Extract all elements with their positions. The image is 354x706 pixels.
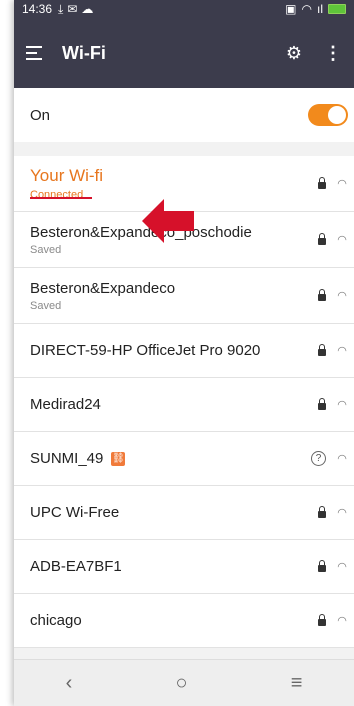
wifi-signal-icon: ◠ [337, 345, 347, 357]
network-name: DIRECT-59-HP OfficeJet Pro 9020 [30, 342, 261, 359]
wifi-toggle-switch[interactable] [308, 104, 348, 126]
lock-icon [318, 614, 326, 626]
annotation-underline [30, 197, 92, 199]
annotation-arrow [142, 199, 194, 243]
network-item[interactable]: Medirad24 ◠ [14, 378, 354, 432]
network-item[interactable]: Besteron&Expandeco Saved ◠ [14, 268, 354, 324]
status-bar: 14:36 ⤓ ✉ ☁ ▣ ◠ ıl [14, 0, 354, 18]
mail-icon: ✉ [67, 2, 78, 16]
phone-screen: 14:36 ⤓ ✉ ☁ ▣ ◠ ıl Wi-Fi ⚙ ⋮ On Your Wi-… [14, 0, 354, 706]
section-gap [14, 142, 354, 156]
page-title: Wi-Fi [62, 42, 106, 63]
network-name: SUNMI_49 [30, 450, 104, 467]
recents-button[interactable]: ≡ [291, 672, 303, 695]
download-icon: ⤓ [58, 1, 64, 16]
cloud-icon: ☁ [81, 2, 94, 16]
network-name: Medirad24 [30, 396, 101, 413]
link-icon: ⛓ [111, 452, 126, 467]
network-name: Besteron&Expandeco_poschodie [30, 223, 252, 241]
menu-icon[interactable] [26, 46, 42, 60]
network-status: Connected [30, 189, 84, 201]
network-item[interactable]: SUNMI_49 ⛓ ? ◠ [14, 432, 354, 486]
wifi-signal-icon: ◠ [337, 453, 347, 465]
network-item[interactable]: ADB-EA7BF1 ◠ [14, 540, 354, 594]
lock-icon [318, 398, 326, 410]
lock-icon [318, 289, 326, 301]
network-status: Saved [30, 243, 62, 256]
status-time: 14:36 [22, 2, 53, 16]
wifi-toggle-label: On [30, 106, 51, 124]
network-name: ADB-EA7BF1 [30, 558, 122, 575]
status-right-icons: ▣ ◠ ıl [285, 2, 346, 16]
lock-icon [318, 344, 326, 356]
lock-icon [318, 233, 326, 245]
wifi-signal-icon: ◠ [337, 234, 347, 246]
wifi-signal-icon: ◠ [337, 399, 347, 411]
help-icon: ? [311, 451, 326, 466]
network-name: chicago [30, 612, 82, 629]
network-name: Besteron&Expandeco [30, 279, 176, 297]
network-item[interactable]: UPC Wi-Free ◠ [14, 486, 354, 540]
signal-icon: ıl [317, 2, 323, 16]
battery-icon [328, 4, 346, 14]
gear-icon[interactable]: ⚙ [286, 43, 302, 64]
network-item[interactable]: DIRECT-59-HP OfficeJet Pro 9020 ◠ [14, 324, 354, 378]
network-name: Your Wi-fi [30, 166, 104, 185]
back-button[interactable]: ‹ [66, 672, 73, 695]
network-status: Saved [30, 299, 62, 312]
network-item[interactable]: chicago ◠ [14, 594, 354, 648]
wifi-signal-icon: ◠ [337, 561, 347, 573]
wifi-signal-icon: ◠ [337, 290, 347, 302]
lock-icon [318, 177, 326, 189]
wifi-signal-icon: ◠ [337, 615, 347, 627]
wifi-signal-icon: ◠ [337, 178, 347, 190]
lock-icon [318, 560, 326, 572]
cast-icon: ▣ [285, 2, 297, 16]
wifi-signal-icon: ◠ [337, 507, 347, 519]
notification-icons: ⤓ ✉ ☁ [58, 2, 93, 17]
wifi-status-icon: ◠ [301, 2, 312, 16]
system-nav-bar: ‹ ○ ≡ [14, 659, 354, 706]
lock-icon [318, 506, 326, 518]
wifi-toggle-row[interactable]: On [14, 88, 354, 142]
app-bar: Wi-Fi ⚙ ⋮ [14, 18, 354, 88]
more-options-icon[interactable]: ⋮ [324, 43, 342, 64]
network-name: UPC Wi-Free [30, 504, 120, 521]
home-button[interactable]: ○ [175, 672, 187, 695]
